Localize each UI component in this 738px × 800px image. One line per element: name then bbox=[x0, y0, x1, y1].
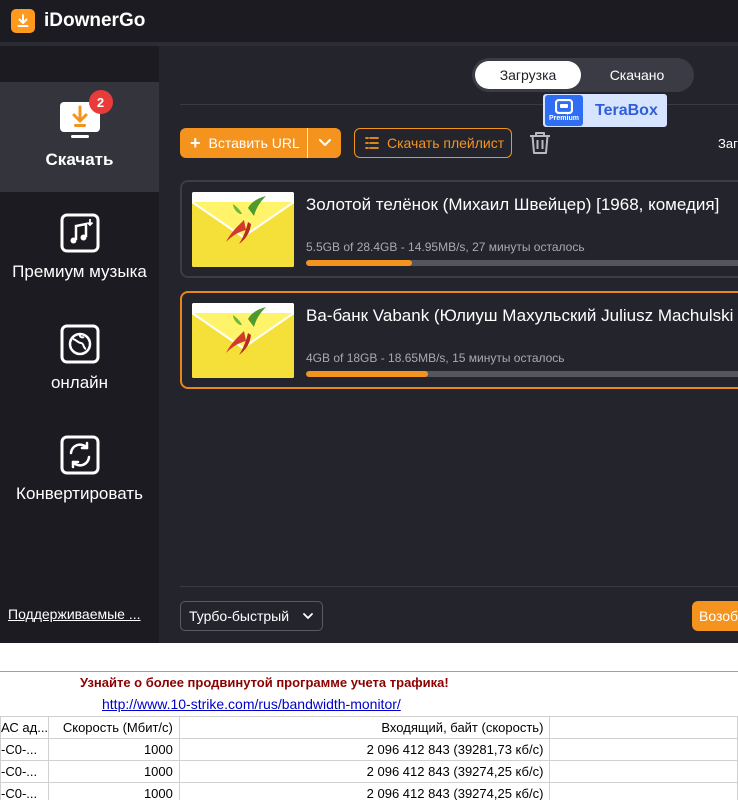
column-header-incoming[interactable]: Входящий, байт (скорость) bbox=[178, 716, 551, 739]
cell-empty bbox=[549, 782, 738, 800]
app-logo-icon bbox=[11, 9, 35, 33]
tab-downloaded[interactable]: Скачано bbox=[584, 61, 690, 89]
traffic-table: АС ад... Скорость (Мбит/с) Входящий, бай… bbox=[0, 716, 738, 800]
cell-incoming: 2 096 412 843 (39281,73 кб/с) bbox=[178, 738, 551, 761]
toolbar-cut-text[interactable]: Заг bbox=[718, 136, 738, 151]
title-bar: iDownerGo bbox=[0, 0, 738, 42]
progress-fill bbox=[306, 260, 412, 266]
globe-icon bbox=[59, 323, 101, 365]
cell-speed: 1000 bbox=[48, 782, 180, 800]
supported-sites-link[interactable]: Поддерживаемые ... bbox=[8, 606, 141, 622]
convert-icon bbox=[59, 434, 101, 476]
cell-incoming: 2 096 412 843 (39274,25 кб/с) bbox=[178, 760, 551, 783]
download-item[interactable]: Ва-банк Vabank (Юлиуш Махульский Juliusz… bbox=[180, 291, 738, 389]
download-playlist-button[interactable]: Скачать плейлист bbox=[354, 128, 512, 158]
column-header-mac[interactable]: АС ад... bbox=[0, 716, 50, 739]
terabox-logo-icon: Premium bbox=[545, 95, 583, 126]
terabox-premium-label: Premium bbox=[549, 115, 579, 122]
video-thumbnail bbox=[192, 303, 294, 378]
progress-bar bbox=[306, 260, 738, 266]
terabox-banner[interactable]: Premium TeraBox bbox=[543, 94, 667, 127]
playlist-label: Скачать плейлист bbox=[387, 135, 505, 151]
cell-empty bbox=[549, 760, 738, 783]
paste-url-button[interactable]: + Вставить URL bbox=[180, 128, 341, 158]
download-title: Золотой телёнок (Михаил Швейцер) [1968, … bbox=[306, 195, 720, 214]
download-stats: 5.5GB of 28.4GB - 14.95MB/s, 27 минуты о… bbox=[306, 240, 585, 254]
speed-mode-value: Турбо-быстрый bbox=[189, 608, 290, 624]
cell-speed: 1000 bbox=[48, 738, 180, 761]
video-thumbnail bbox=[192, 192, 294, 267]
cell-incoming: 2 096 412 843 (39274,25 кб/с) bbox=[178, 782, 551, 800]
chevron-down-icon bbox=[302, 610, 314, 622]
column-header-empty bbox=[549, 716, 738, 739]
sidebar-item-label: Конвертировать bbox=[16, 484, 143, 503]
table-row[interactable]: -C0-... 1000 2 096 412 843 (39281,73 кб/… bbox=[0, 738, 738, 761]
cell-mac: -C0-... bbox=[0, 782, 50, 800]
promo-link[interactable]: http://www.10-strike.com/rus/bandwidth-m… bbox=[102, 696, 401, 712]
playlist-icon bbox=[365, 136, 379, 150]
paste-url-label: Вставить URL bbox=[208, 135, 300, 151]
sidebar-item-label: онлайн bbox=[50, 373, 109, 392]
sidebar: 2 Скачать Премиум музыка онлайн Конверти… bbox=[0, 46, 159, 643]
sidebar-item-label: Премиум музыка bbox=[12, 262, 147, 281]
table-row[interactable]: -C0-... 1000 2 096 412 843 (39274,25 кб/… bbox=[0, 782, 738, 800]
cell-mac: -C0-... bbox=[0, 760, 50, 783]
paste-url-main[interactable]: + Вставить URL bbox=[180, 128, 307, 158]
tab-downloading[interactable]: Загрузка bbox=[475, 61, 581, 89]
view-toggle: Загрузка Скачано bbox=[472, 58, 694, 92]
download-monitor-icon: 2 bbox=[59, 90, 113, 142]
music-file-icon bbox=[59, 212, 101, 254]
download-item[interactable]: Золотой телёнок (Михаил Швейцер) [1968, … bbox=[180, 180, 738, 278]
promo-text: Узнайте о более продвинутой программе уч… bbox=[80, 675, 449, 690]
chevron-down-icon bbox=[318, 139, 331, 146]
progress-bar bbox=[306, 371, 738, 377]
sidebar-item-premium-music[interactable]: Премиум музыка bbox=[0, 194, 159, 304]
download-count-badge: 2 bbox=[88, 90, 113, 114]
paste-url-split bbox=[307, 128, 308, 158]
table-header-row: АС ад... Скорость (Мбит/с) Входящий, бай… bbox=[0, 716, 738, 739]
sidebar-item-label: Скачать bbox=[45, 150, 114, 169]
column-header-speed[interactable]: Скорость (Мбит/с) bbox=[48, 716, 180, 739]
bottom-divider bbox=[180, 586, 738, 587]
sidebar-item-download[interactable]: 2 Скачать bbox=[0, 82, 159, 192]
window-border bbox=[0, 671, 738, 672]
sidebar-item-online[interactable]: онлайн bbox=[0, 305, 159, 415]
app-title: iDownerGo bbox=[44, 10, 146, 31]
cell-empty bbox=[549, 738, 738, 761]
resume-all-button[interactable]: Возоб bbox=[692, 601, 738, 631]
trash-icon[interactable] bbox=[527, 130, 553, 156]
sidebar-item-convert[interactable]: Конвертировать bbox=[0, 416, 159, 526]
cell-speed: 1000 bbox=[48, 760, 180, 783]
paste-url-dropdown[interactable] bbox=[308, 128, 341, 158]
download-stats: 4GB of 18GB - 18.65MB/s, 15 минуты остал… bbox=[306, 351, 565, 365]
download-title: Ва-банк Vabank (Юлиуш Махульский Juliusz… bbox=[306, 306, 734, 325]
speed-mode-select[interactable]: Турбо-быстрый bbox=[180, 601, 323, 631]
table-row[interactable]: -C0-... 1000 2 096 412 843 (39274,25 кб/… bbox=[0, 760, 738, 783]
traffic-monitor-window: Узнайте о более продвинутой программе уч… bbox=[0, 671, 738, 800]
progress-fill bbox=[306, 371, 429, 377]
idownergo-window: iDownerGo 2 Скачать Премиум музыка онлай… bbox=[0, 0, 738, 643]
cell-mac: -C0-... bbox=[0, 738, 50, 761]
plus-icon: + bbox=[190, 133, 201, 153]
main-panel: Загрузка Скачано Premium TeraBox + Встав… bbox=[159, 46, 738, 643]
terabox-name: TeraBox bbox=[595, 101, 658, 119]
